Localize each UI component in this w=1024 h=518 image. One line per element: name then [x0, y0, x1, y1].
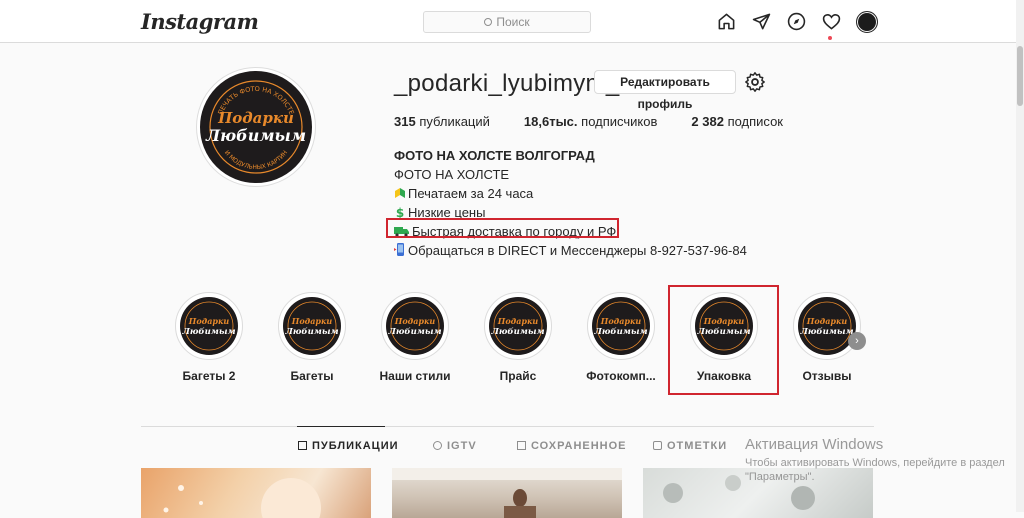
svg-text:Любимым: Любимым: [799, 326, 853, 337]
followers-count[interactable]: 18,6тыс. подписчиков: [524, 114, 657, 129]
windows-activation-watermark: Активация Windows Чтобы активировать Win…: [745, 436, 1005, 484]
search-input[interactable]: Поиск: [423, 11, 591, 33]
tab-saved[interactable]: СОХРАНЕННОЕ: [517, 440, 627, 452]
svg-text:Любимым: Любимым: [387, 326, 441, 337]
bookmark-icon: [517, 441, 526, 450]
highlight-item[interactable]: Подарки Любимым Фотокомп...: [571, 292, 671, 383]
igtv-icon: [433, 441, 442, 450]
direct-icon[interactable]: [751, 11, 772, 32]
instagram-logo[interactable]: Instagram: [141, 9, 259, 34]
svg-text:Подарки: Подарки: [394, 316, 436, 326]
mobile-phone-icon: [394, 242, 406, 256]
svg-text:Подарки: Подарки: [497, 316, 539, 326]
highlight-label: Багеты: [290, 369, 334, 383]
explore-icon[interactable]: [786, 11, 807, 32]
posts-count: 315 публикаций: [394, 114, 490, 129]
highlight-label: Прайс: [499, 369, 537, 383]
highlight-cover: Подарки Любимым: [283, 297, 341, 355]
tabs-divider: [141, 426, 874, 427]
tab-igtv[interactable]: IGTV: [433, 440, 477, 452]
highlight-cover: Подарки Любимым: [489, 297, 547, 355]
svg-text:$: $: [396, 206, 404, 218]
bio-line-2: Печатаем за 24 часа: [394, 184, 747, 203]
highlight-item[interactable]: Подарки Любимым Багеты 2: [159, 292, 259, 383]
post-thumbnail[interactable]: [141, 468, 371, 518]
home-icon[interactable]: [716, 11, 737, 32]
logo-main-text-2: Любимым: [205, 126, 306, 145]
svg-text:Любимым: Любимым: [284, 326, 338, 337]
logo-main-text-1: Подарки: [217, 109, 294, 127]
highlight-label: Фотокомп...: [586, 369, 656, 383]
post-thumbnail[interactable]: [392, 468, 622, 518]
profile-avatar[interactable]: [856, 11, 878, 33]
profile-bio: ФОТО НА ХОЛСТЕ ВОЛГОГРАД ФОТО НА ХОЛСТЕ …: [394, 146, 747, 260]
svg-text:Любимым: Любимым: [593, 326, 647, 337]
profile-stats: 315 публикаций 18,6тыс. подписчиков 2 38…: [394, 114, 817, 129]
highlight-cover: Подарки Любимым: [180, 297, 238, 355]
svg-text:Подарки: Подарки: [291, 316, 333, 326]
watermark-text: Чтобы активировать Windows, перейдите в …: [745, 457, 1005, 483]
settings-gear-icon[interactable]: [744, 71, 766, 93]
bio-line-5: Обращаться в DIRECT и Мессенджеры 8-927-…: [394, 241, 747, 260]
bio-name: ФОТО НА ХОЛСТЕ ВОЛГОГРАД: [394, 148, 595, 163]
svg-text:Подарки: Подарки: [806, 316, 848, 326]
svg-text:Подарки: Подарки: [188, 316, 230, 326]
highlight-annotation-delivery: [386, 218, 619, 238]
highlights-next-chevron-icon[interactable]: ›: [848, 332, 866, 350]
search-placeholder: Поиск: [496, 15, 530, 29]
edit-profile-button[interactable]: Редактировать профиль: [594, 70, 736, 111]
active-tab-indicator: [297, 426, 385, 427]
scrollbar-thumb[interactable]: [1017, 46, 1023, 106]
beginner-badge-icon: [394, 185, 406, 198]
highlight-label: Наши стили: [379, 369, 451, 383]
highlight-item[interactable]: Подарки Любимым Багеты: [262, 292, 362, 383]
highlight-cover: Подарки Любимым: [592, 297, 650, 355]
dollar-icon: $: [394, 204, 406, 220]
tagged-icon: [653, 441, 662, 450]
highlight-label: Багеты 2: [182, 369, 236, 383]
highlight-item[interactable]: Подарки Любимым Прайс: [468, 292, 568, 383]
following-count[interactable]: 2 382 подписок: [691, 114, 783, 129]
profile-username: _podarki_lyubimym_: [394, 70, 620, 97]
tab-posts[interactable]: ПУБЛИКАЦИИ: [298, 440, 399, 452]
logo-bottom-text: И МОДУЛЬНЫХ КАРТИН: [223, 149, 289, 171]
profile-avatar-large[interactable]: ПЕЧАТЬ ФОТО НА ХОЛСТЕ Подарки Любимым И …: [197, 68, 315, 186]
grid-icon: [298, 441, 307, 450]
top-nav-bar: Instagram Поиск: [0, 0, 1016, 43]
highlight-cover: Подарки Любимым: [386, 297, 444, 355]
activity-heart-icon[interactable]: [821, 11, 842, 32]
highlight-label: Отзывы: [802, 369, 852, 383]
tab-tagged[interactable]: ОТМЕТКИ: [653, 440, 727, 452]
activity-notification-dot: [828, 36, 832, 40]
highlight-cover: Подарки Любимым: [798, 297, 856, 355]
search-icon: [484, 18, 493, 26]
svg-text:Подарки: Подарки: [600, 316, 642, 326]
highlight-item[interactable]: Подарки Любимым Наши стили: [365, 292, 465, 383]
highlight-annotation-packaging: [668, 285, 779, 395]
bio-line-1: ФОТО НА ХОЛСТЕ: [394, 167, 510, 182]
watermark-title: Активация Windows: [745, 436, 884, 453]
scrollbar[interactable]: [1016, 0, 1024, 512]
svg-text:Любимым: Любимым: [490, 326, 544, 337]
svg-text:Любимым: Любимым: [181, 326, 235, 337]
